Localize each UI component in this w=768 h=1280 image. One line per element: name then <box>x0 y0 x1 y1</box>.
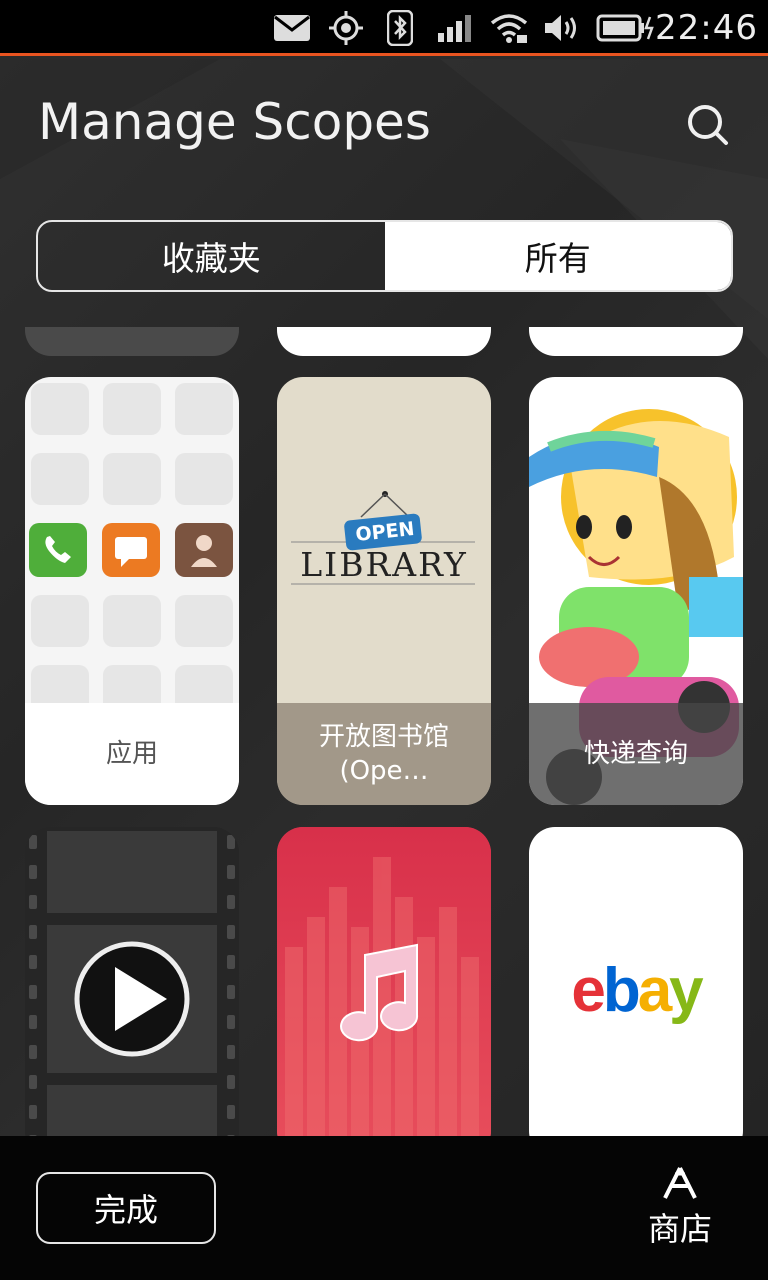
store-button[interactable]: 商店 <box>630 1166 730 1266</box>
apps-grid-icon <box>29 383 233 717</box>
scope-tile-partial[interactable] <box>277 327 491 356</box>
manage-scopes-page: Manage Scopes 收藏夹 所有 应用 OPEN LIBRARY 开放图… <box>0 59 768 1136</box>
location-icon <box>326 10 366 46</box>
library-logo-text: LIBRARY <box>300 545 468 584</box>
bluetooth-icon <box>384 10 416 46</box>
scope-tile-apps[interactable]: 应用 <box>25 377 239 805</box>
scope-label: 应用 <box>25 703 239 805</box>
status-bar: 22:46 <box>0 0 768 56</box>
music-note-icon <box>277 827 491 1136</box>
tab-favorites[interactable]: 收藏夹 <box>38 222 385 290</box>
scope-tile-music[interactable] <box>277 827 491 1136</box>
scope-tile-partial[interactable] <box>529 327 743 356</box>
scopes-grid: 应用 OPEN LIBRARY 开放图书馆 (Ope… 快递查询 ebay <box>0 327 768 1136</box>
video-play-icon <box>25 827 239 1136</box>
volume-icon <box>542 10 582 46</box>
wifi-icon <box>488 10 530 46</box>
store-icon <box>663 1167 697 1199</box>
done-button[interactable]: 完成 <box>36 1172 216 1244</box>
mail-icon <box>272 10 312 46</box>
scope-tile-ebay[interactable]: ebay <box>529 827 743 1136</box>
signal-icon <box>434 10 474 46</box>
scope-filter-tabs: 收藏夹 所有 <box>36 220 733 292</box>
scope-tile-partial[interactable] <box>25 327 239 356</box>
bottom-bar: 完成 商店 <box>0 1136 768 1280</box>
scope-tile-courier[interactable]: 快递查询 <box>529 377 743 805</box>
scope-label: 快递查询 <box>529 703 743 805</box>
ebay-logo: ebay <box>571 956 703 1025</box>
store-label: 商店 <box>647 1210 712 1248</box>
scope-tile-video[interactable] <box>25 827 239 1136</box>
scope-tile-open-library[interactable]: OPEN LIBRARY 开放图书馆 (Ope… <box>277 377 491 805</box>
scope-label: 开放图书馆 (Ope… <box>277 703 491 805</box>
tab-all[interactable]: 所有 <box>384 222 731 290</box>
page-title: Manage Scopes <box>38 93 431 151</box>
clock: 22:46 <box>655 8 758 48</box>
search-icon[interactable] <box>680 97 736 153</box>
battery-charging-icon <box>596 10 654 46</box>
